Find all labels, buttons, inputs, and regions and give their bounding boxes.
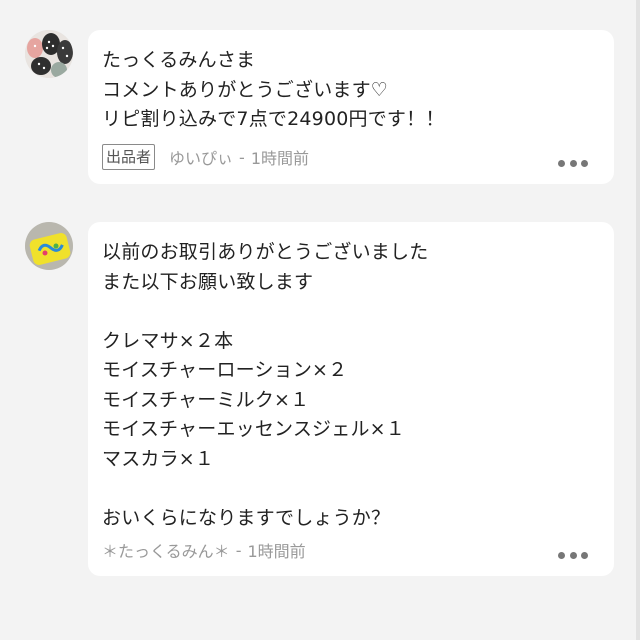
comment-time: 1時間前	[247, 542, 306, 561]
scrollbar-track	[636, 0, 640, 640]
dot	[558, 159, 565, 167]
comment-bubble: たっくるみんさま コメントありがとうございます♡ リピ割り込みで7点で24900…	[88, 30, 614, 184]
comment-thread: たっくるみんさま コメントありがとうございます♡ リピ割り込みで7点で24900…	[0, 0, 640, 640]
comment-text: たっくるみんさま コメントありがとうございます♡ リピ割り込みで7点で24900…	[102, 49, 445, 130]
more-dots-icon[interactable]	[558, 550, 588, 560]
comment-meta: ＊たっくるみん＊ - 1時間前	[102, 538, 306, 562]
meta-separator: -	[239, 147, 245, 167]
comment-author[interactable]: ＊たっくるみん＊	[102, 538, 230, 562]
dot	[581, 159, 588, 167]
seller-avatar[interactable]	[25, 30, 73, 78]
patterned-avatar-icon	[25, 30, 73, 78]
yellow-case-avatar-icon	[25, 222, 73, 270]
comment-meta: 出品者 ゆいぴぃ - 1時間前	[102, 144, 309, 170]
more-dots-icon[interactable]	[558, 158, 588, 168]
comment-time: 1時間前	[250, 149, 309, 168]
meta-separator: -	[235, 540, 242, 560]
comment-text: 以前のお取引ありがとうございました また以下お願い致します クレマサ×２本 モイ…	[102, 241, 429, 529]
dot	[569, 551, 577, 559]
buyer-avatar[interactable]	[25, 222, 73, 270]
comment-author[interactable]: ゆいぴぃ	[169, 145, 233, 169]
comment-bubble: 以前のお取引ありがとうございました また以下お願い致します クレマサ×２本 モイ…	[88, 222, 614, 576]
dot	[558, 551, 565, 559]
dot	[569, 159, 577, 167]
dot	[581, 551, 588, 559]
seller-badge: 出品者	[102, 144, 156, 170]
